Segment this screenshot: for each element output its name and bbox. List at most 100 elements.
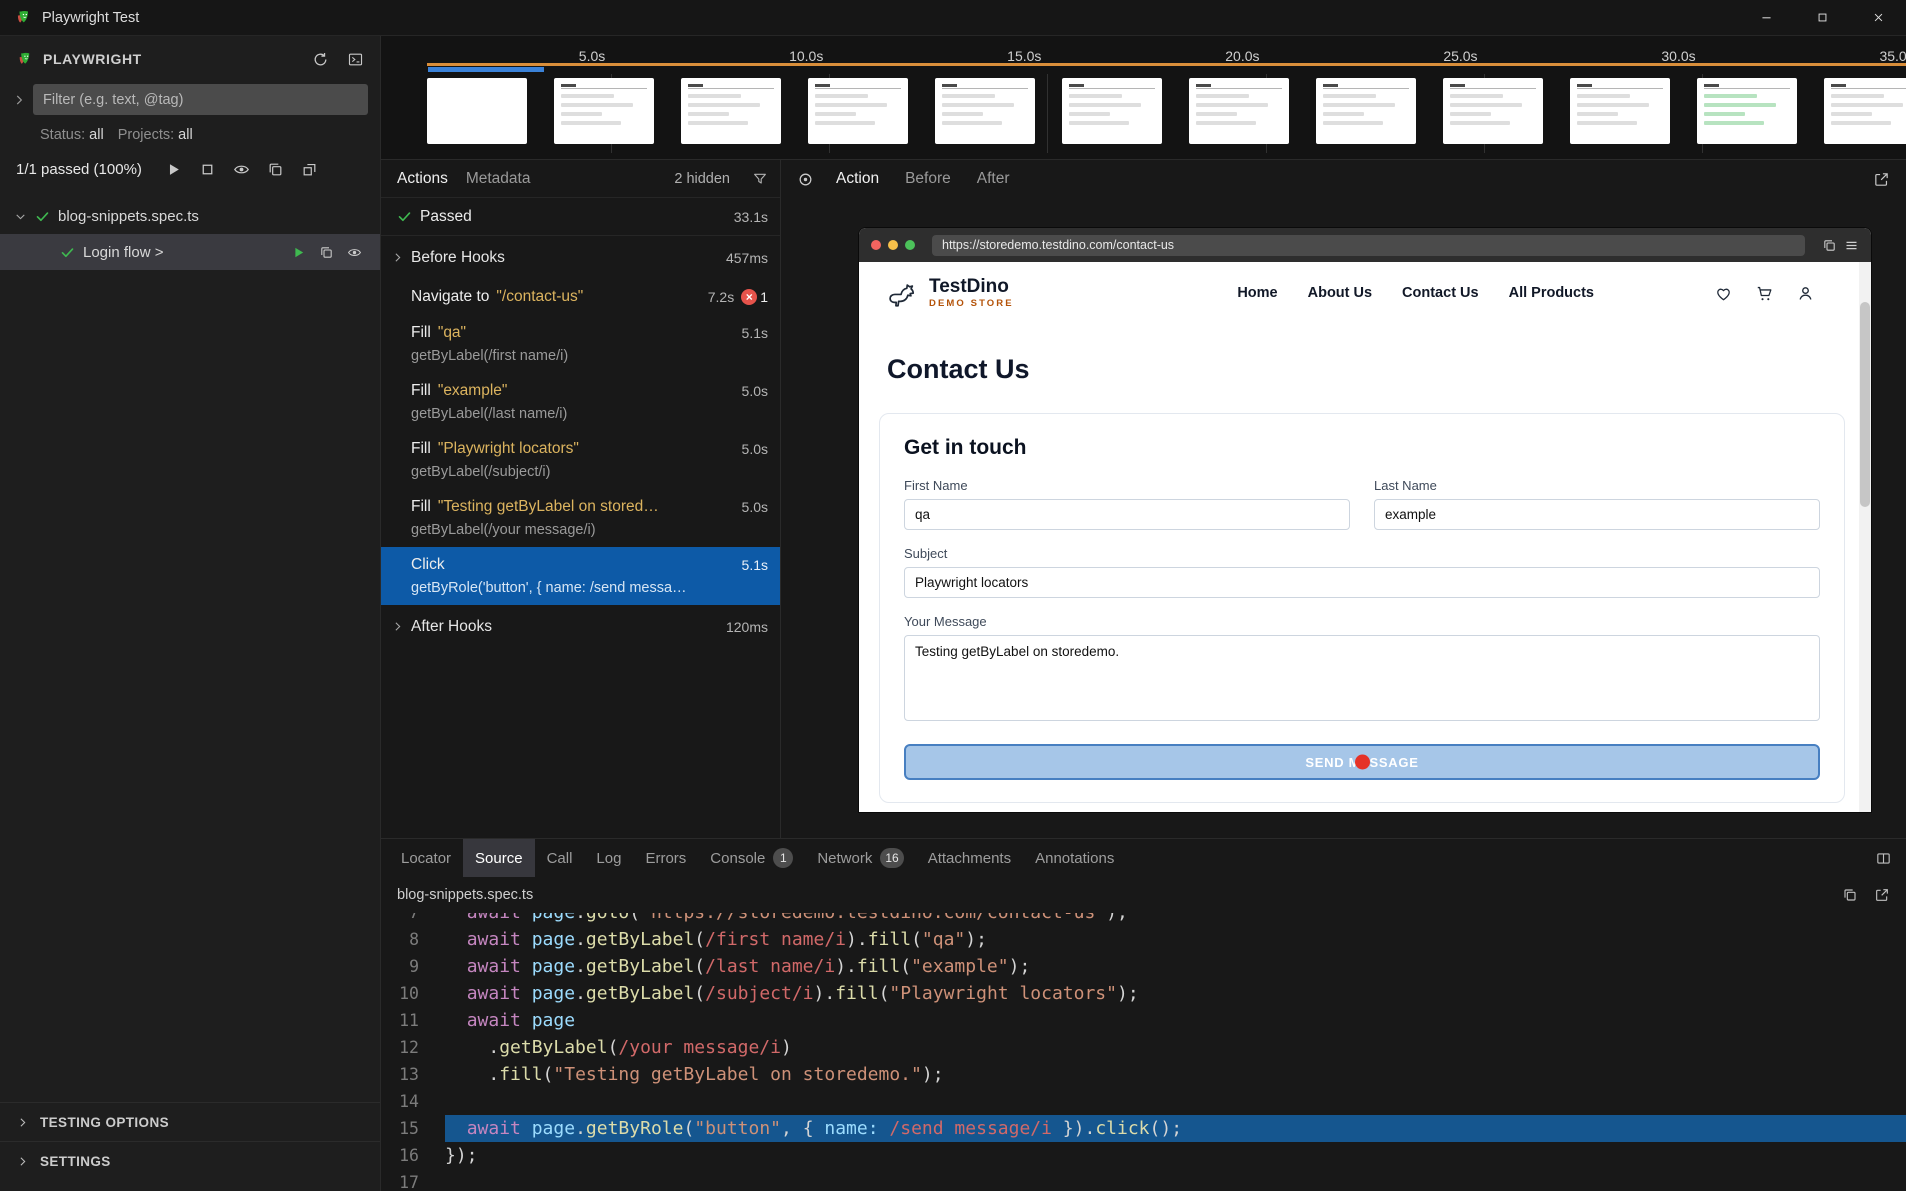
tab-errors[interactable]: Errors (633, 839, 698, 877)
tab-source[interactable]: Source (463, 839, 535, 877)
message-textarea[interactable]: Testing getByLabel on storedemo. (904, 635, 1820, 721)
watch-all-button[interactable] (229, 157, 254, 182)
thumbnail-header (815, 83, 901, 89)
tab-console[interactable]: Console1 (698, 839, 805, 877)
projects-value[interactable]: all (178, 127, 193, 143)
timeline[interactable]: 5.0s10.0s15.0s20.0s25.0s30.0s35.0s (381, 36, 1906, 160)
timeline-thumbnail[interactable] (1316, 78, 1416, 144)
action-hook[interactable]: Before Hooks457ms (381, 236, 780, 279)
tab-label: Source (475, 850, 523, 867)
refresh-icon (312, 51, 329, 68)
tree-item-spec-file[interactable]: blog-snippets.spec.ts (0, 198, 380, 234)
action-title: Fill (411, 382, 431, 400)
timeline-thumbnail[interactable] (935, 78, 1035, 144)
open-external-icon[interactable] (1873, 171, 1890, 188)
code-text: .fill("Testing getByLabel on storedemo."… (445, 1061, 1906, 1088)
tab-before[interactable]: Before (905, 170, 951, 188)
timeline-thumbnail[interactable] (427, 78, 527, 144)
nav-link-all-products[interactable]: All Products (1509, 285, 1594, 301)
scrollbar-thumb[interactable] (1860, 302, 1870, 507)
thumbnail-line (1577, 121, 1637, 125)
token: "Testing getByLabel on storedemo." (553, 1064, 921, 1085)
open-source-icon[interactable] (319, 245, 334, 260)
status-value[interactable]: all (89, 127, 104, 143)
collapse-all-button[interactable] (263, 157, 288, 182)
tab-network[interactable]: Network16 (805, 839, 915, 877)
thumbnail-header (688, 83, 774, 89)
action-hook[interactable]: After Hooks120ms (381, 605, 780, 648)
nav-link-contact-us[interactable]: Contact Us (1402, 285, 1479, 301)
close-icon (1871, 10, 1886, 25)
section-settings[interactable]: SETTINGS (0, 1141, 380, 1180)
eye-icon (233, 161, 250, 178)
subject-input[interactable] (904, 567, 1820, 598)
wishlist-heart-icon[interactable] (1714, 284, 1733, 303)
tab-metadata[interactable]: Metadata (466, 170, 531, 188)
layout-columns-icon[interactable] (1875, 850, 1892, 867)
action-item[interactable]: Navigate to"/contact-us"7.2s×1 (381, 279, 780, 315)
timeline-thumbnail[interactable] (1570, 78, 1670, 144)
account-icon[interactable] (1796, 284, 1815, 303)
action-arg: "Playwright locators" (438, 440, 579, 458)
menu-icon[interactable] (1844, 238, 1859, 253)
last-name-input[interactable] (1374, 499, 1820, 530)
code-editor[interactable]: 7 await page.goto("https://storedemo.tes… (381, 913, 1906, 1191)
test-status-row[interactable]: Passed 33.1s (381, 198, 780, 236)
action-item[interactable]: Click5.1sgetByRole('button', { name: /se… (381, 547, 780, 605)
token: page (532, 1010, 575, 1031)
action-item[interactable]: Fill"Playwright locators"5.0sgetByLabel(… (381, 431, 780, 489)
timeline-thumbnail[interactable] (1189, 78, 1289, 144)
action-locator: getByRole('button', { name: /send messa… (411, 580, 768, 596)
timeline-thumbnail[interactable] (681, 78, 781, 144)
copy-source-icon[interactable] (1842, 887, 1858, 903)
action-item[interactable]: Fill"example"5.0sgetByLabel(/last name/i… (381, 373, 780, 431)
maximize-button[interactable] (1794, 0, 1850, 35)
filter-icon[interactable] (752, 171, 768, 187)
watch-test-icon[interactable] (347, 245, 362, 260)
open-source-icon[interactable] (1874, 887, 1890, 903)
cart-icon[interactable] (1755, 284, 1774, 303)
first-name-input[interactable] (904, 499, 1350, 530)
tab-actions[interactable]: Actions (397, 170, 448, 188)
timeline-thumbnail[interactable] (1697, 78, 1797, 144)
action-item[interactable]: Fill"qa"5.1sgetByLabel(/first name/i) (381, 315, 780, 373)
tab-annotations[interactable]: Annotations (1023, 839, 1126, 877)
reload-tests-button[interactable] (308, 47, 333, 72)
expand-all-button[interactable] (297, 157, 322, 182)
run-all-button[interactable] (161, 157, 186, 182)
token: "Playwright locators" (889, 983, 1117, 1004)
stop-button[interactable] (195, 157, 220, 182)
minimize-button[interactable] (1738, 0, 1794, 35)
page-scrollbar[interactable] (1859, 262, 1871, 812)
nav-link-about-us[interactable]: About Us (1308, 285, 1372, 301)
timeline-thumbnail[interactable] (1062, 78, 1162, 144)
chevron-right-icon[interactable] (12, 93, 26, 107)
token: ). (846, 929, 868, 950)
brand-subtitle: DEMO STORE (929, 298, 1014, 309)
tab-call[interactable]: Call (535, 839, 585, 877)
header-icons (1714, 284, 1815, 303)
timeline-thumbnail[interactable] (808, 78, 908, 144)
run-test-icon[interactable] (291, 245, 306, 260)
timeline-thumbnail[interactable] (1443, 78, 1543, 144)
pick-locator-icon[interactable] (797, 171, 814, 188)
action-item[interactable]: Fill"Testing getByLabel on stored…5.0sge… (381, 489, 780, 547)
tree-item-test[interactable]: Login flow > (0, 234, 380, 270)
tab-after[interactable]: After (977, 170, 1010, 188)
nav-link-home[interactable]: Home (1237, 285, 1277, 301)
close-button[interactable] (1850, 0, 1906, 35)
timeline-bar (427, 63, 1906, 66)
url-bar[interactable]: https://storedemo.testdino.com/contact-u… (932, 235, 1805, 256)
open-terminal-button[interactable] (343, 47, 368, 72)
filter-input[interactable] (33, 84, 368, 115)
section-testing-options[interactable]: TESTING OPTIONS (0, 1102, 380, 1141)
token: fill (499, 1064, 542, 1085)
copy-url-icon[interactable] (1822, 238, 1837, 253)
site-logo[interactable]: TestDino DEMO STORE (887, 276, 1014, 310)
tab-locator[interactable]: Locator (389, 839, 463, 877)
tab-log[interactable]: Log (584, 839, 633, 877)
tab-action[interactable]: Action (836, 170, 879, 188)
tab-attachments[interactable]: Attachments (916, 839, 1023, 877)
timeline-thumbnail[interactable] (554, 78, 654, 144)
timeline-thumbnail[interactable] (1824, 78, 1906, 144)
